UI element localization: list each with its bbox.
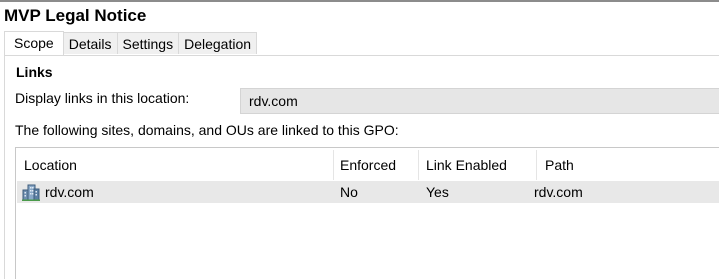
links-heading: Links [16,64,53,80]
cell-location: rdv.com [45,184,94,200]
links-table: Location Enforced Link Enabled Path rdv.… [15,147,719,279]
top-border [0,0,719,2]
domain-icon [22,183,40,201]
tab-settings[interactable]: Settings [116,32,180,54]
column-divider[interactable] [418,150,419,180]
column-header-path[interactable]: Path [545,157,574,173]
cell-path: rdv.com [534,184,583,200]
column-header-enforced[interactable]: Enforced [340,157,396,173]
tab-scope[interactable]: Scope [4,31,64,55]
cell-link-enabled: Yes [426,184,449,200]
tab-details[interactable]: Details [62,32,118,54]
table-row[interactable]: rdv.com No Yes rdv.com [17,181,719,203]
display-location-dropdown[interactable]: rdv.com [240,88,719,114]
tab-delegation[interactable]: Delegation [178,32,258,54]
gpo-scope-window: MVP Legal Notice Scope Details Settings … [0,0,719,279]
tab-bar: Scope Details Settings Delegation [4,31,258,55]
scope-panel: Links Display links in this location: rd… [4,55,719,279]
cell-enforced: No [340,184,358,200]
column-divider[interactable] [333,150,334,180]
column-header-location[interactable]: Location [24,157,77,173]
linked-objects-caption: The following sites, domains, and OUs ar… [15,122,399,138]
table-header: Location Enforced Link Enabled Path [16,148,719,180]
column-divider[interactable] [536,150,537,180]
display-links-label: Display links in this location: [15,90,190,106]
gpo-title: MVP Legal Notice [4,6,147,25]
column-header-link-enabled[interactable]: Link Enabled [426,157,507,173]
